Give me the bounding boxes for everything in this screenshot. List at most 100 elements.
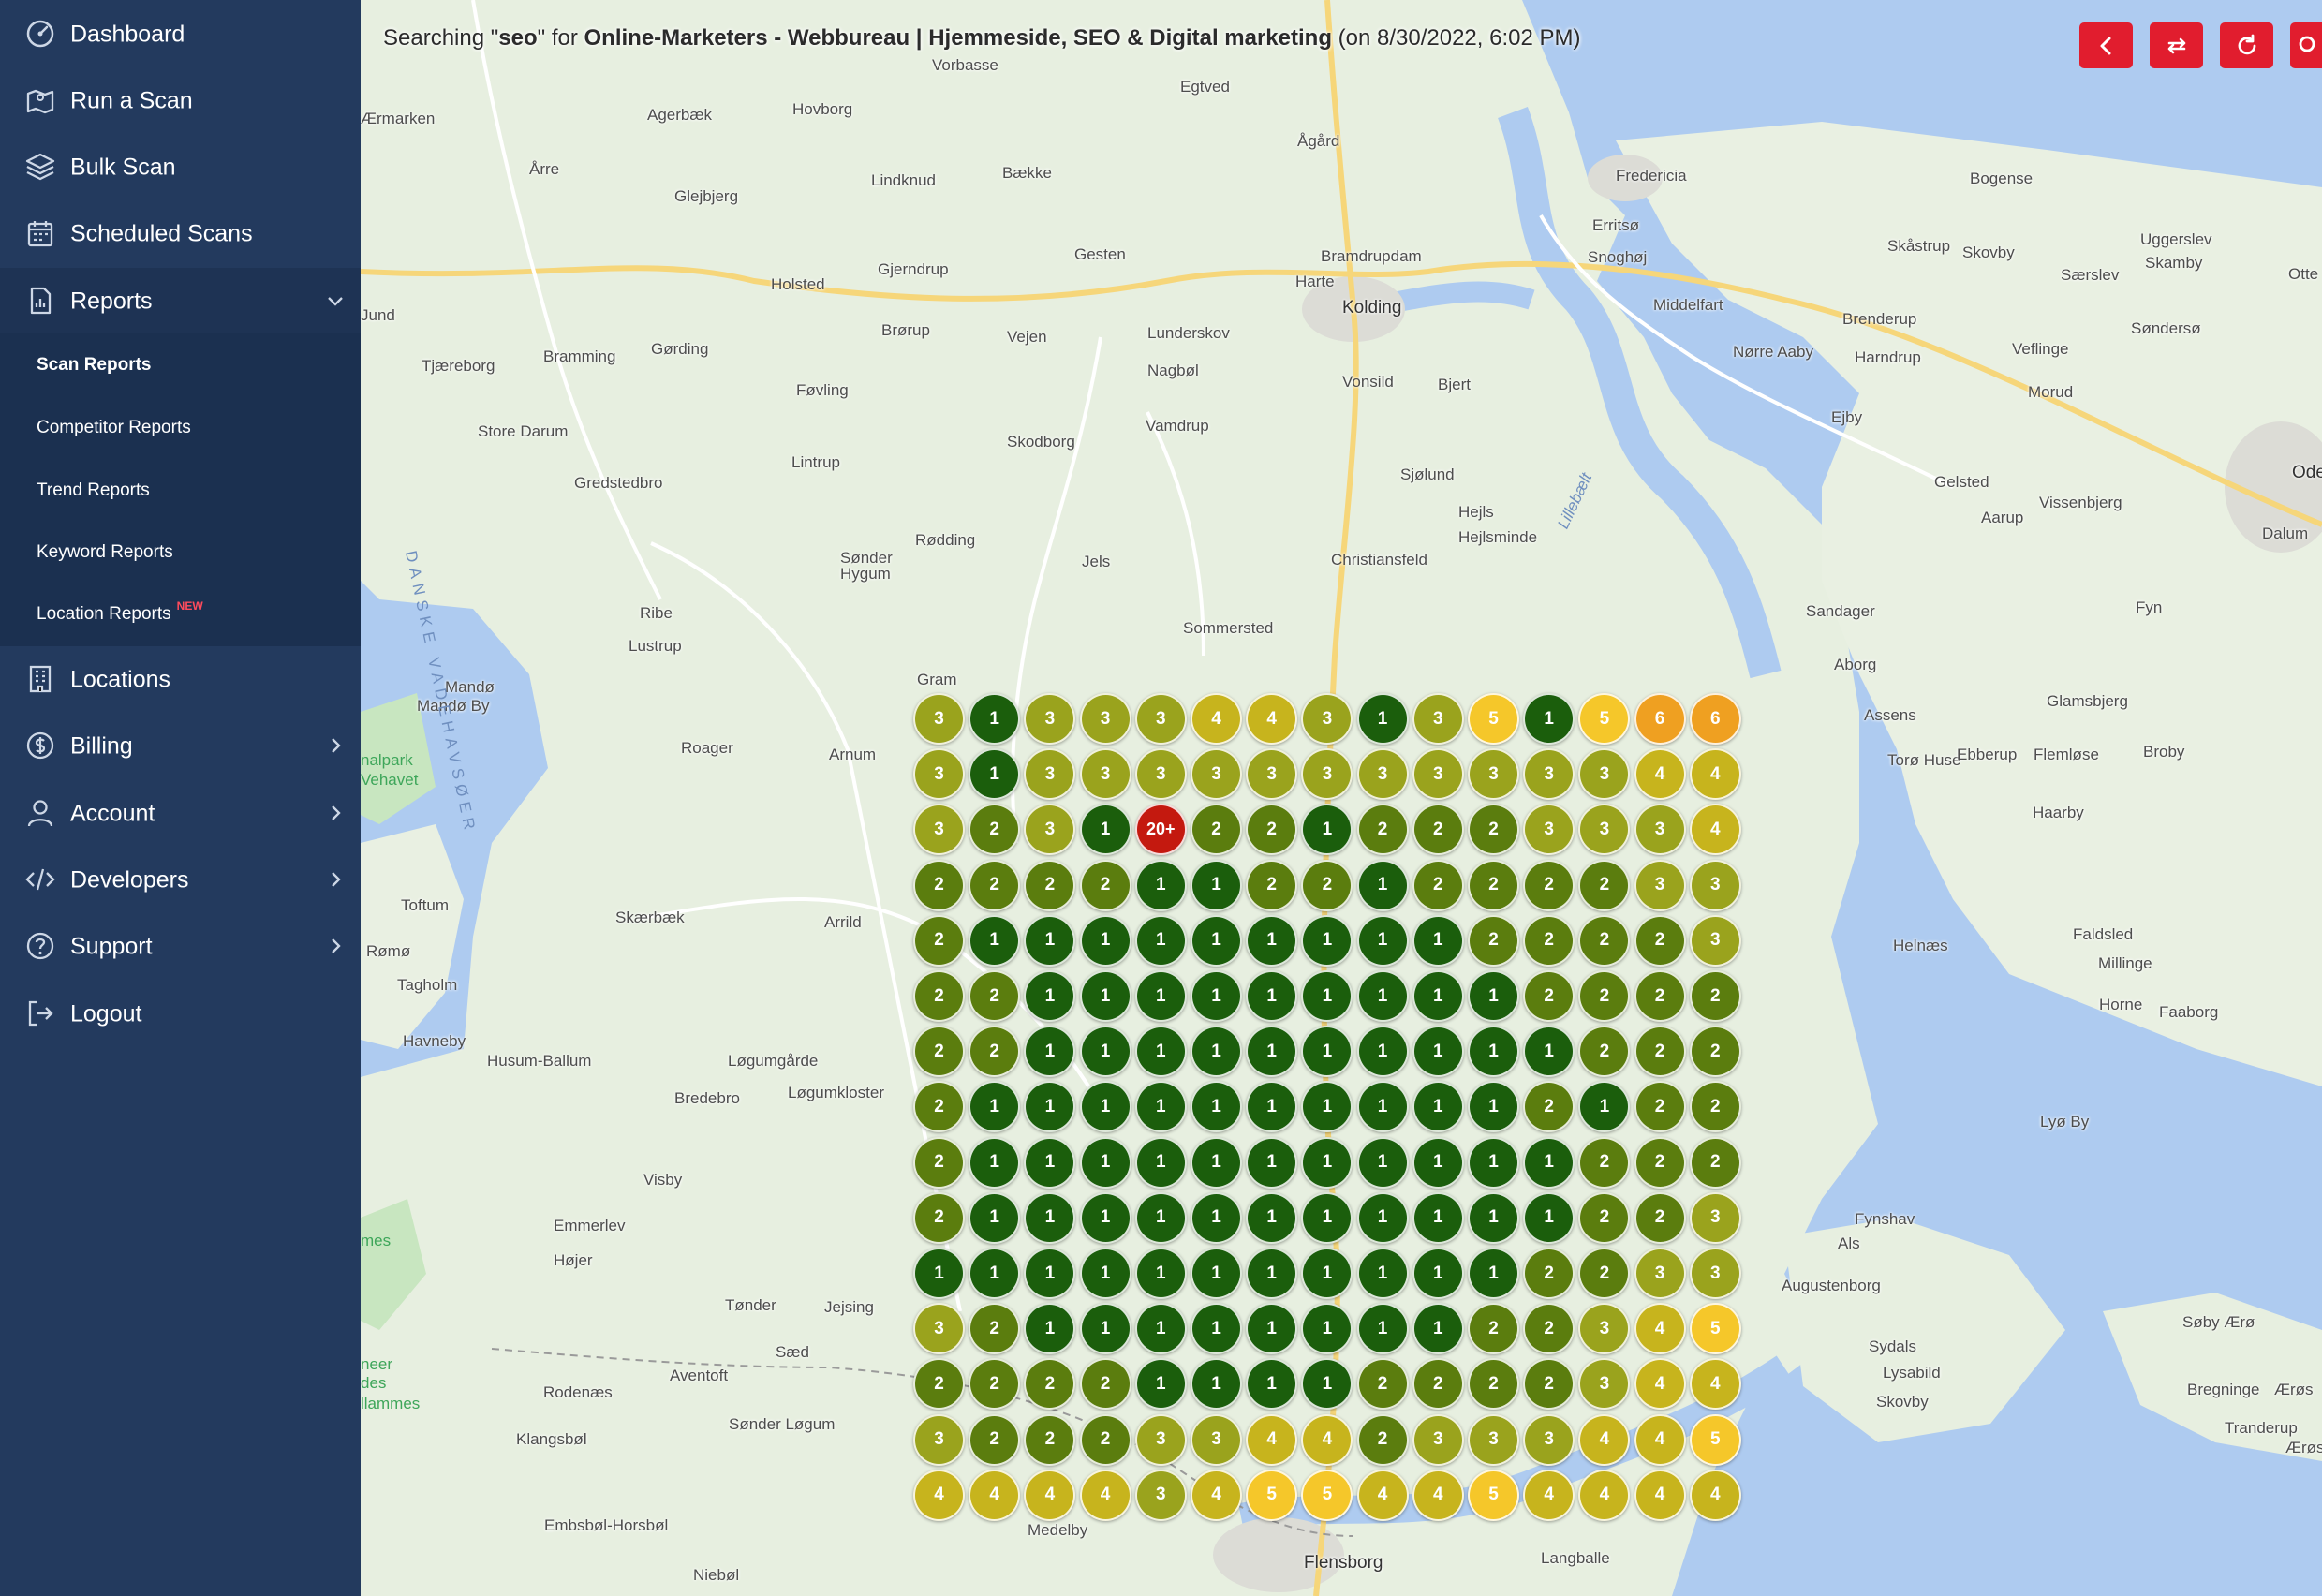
nav-account[interactable]: Account xyxy=(0,780,361,847)
rank-pin[interactable]: 5 xyxy=(1468,693,1519,745)
rank-pin[interactable]: 2 xyxy=(969,1303,1021,1355)
rank-pin[interactable]: 1 xyxy=(1523,1026,1575,1078)
rank-pin[interactable]: 1 xyxy=(1134,1136,1187,1189)
rank-pin[interactable]: 1 xyxy=(1191,859,1242,911)
rank-pin[interactable]: 2 xyxy=(1689,1026,1741,1078)
rank-pin[interactable]: 1 xyxy=(1134,914,1187,967)
sub-location-reports[interactable]: Location Reports NEW xyxy=(37,599,203,625)
rank-pin[interactable]: 2 xyxy=(1412,804,1464,856)
rank-pin[interactable]: 4 xyxy=(1634,748,1686,801)
rank-pin[interactable]: 3 xyxy=(1634,1248,1686,1299)
rank-pin[interactable]: 2 xyxy=(1523,1248,1575,1299)
rank-pin[interactable]: 1 xyxy=(1468,1248,1519,1299)
rank-pin[interactable]: 3 xyxy=(1523,748,1575,801)
rank-pin[interactable]: 2 xyxy=(1079,1413,1131,1466)
rank-pin[interactable]: 1 xyxy=(1079,1303,1131,1355)
compare-button[interactable] xyxy=(2150,22,2203,68)
rank-pin[interactable]: 4 xyxy=(1634,1469,1686,1521)
rank-pin[interactable]: 4 xyxy=(1246,693,1298,745)
rank-pin[interactable]: 1 xyxy=(1079,1136,1131,1189)
rank-pin[interactable]: 1 xyxy=(1079,914,1131,967)
rank-pin[interactable]: 1 xyxy=(1412,914,1464,967)
chevron-right-icon[interactable] xyxy=(325,936,346,956)
rank-pin[interactable]: 1 xyxy=(1412,1081,1464,1133)
rank-pin[interactable]: 1 xyxy=(1246,1136,1298,1189)
rank-pin[interactable]: 4 xyxy=(1191,1469,1242,1521)
rank-pin[interactable]: 2 xyxy=(1246,859,1298,911)
rank-pin[interactable]: 1 xyxy=(1024,1136,1076,1189)
rank-pin[interactable]: 4 xyxy=(1246,1413,1298,1466)
rank-pin[interactable]: 1 xyxy=(1024,914,1076,967)
rank-pin[interactable]: 2 xyxy=(1689,1136,1741,1189)
rank-pin[interactable]: 3 xyxy=(1079,748,1131,801)
rank-pin[interactable]: 2 xyxy=(1468,914,1519,967)
rank-pin[interactable]: 3 xyxy=(913,1413,965,1466)
rank-pin[interactable]: 1 xyxy=(1356,859,1409,911)
rank-pin[interactable]: 1 xyxy=(1079,1026,1131,1078)
nav-logout[interactable]: Logout xyxy=(0,981,361,1047)
rank-pin[interactable]: 1 xyxy=(1079,1191,1131,1244)
rank-pin[interactable]: 1 xyxy=(1134,1358,1187,1411)
rank-pin[interactable]: 3 xyxy=(1523,1413,1575,1466)
rank-pin[interactable]: 2 xyxy=(1689,970,1741,1022)
rank-pin[interactable]: 1 xyxy=(1412,970,1464,1022)
rank-pin[interactable]: 2 xyxy=(1634,970,1686,1022)
rank-pin[interactable]: 4 xyxy=(1024,1469,1076,1521)
sub-scan-reports[interactable]: Scan Reports xyxy=(37,355,151,376)
rank-pin[interactable]: 2 xyxy=(1634,1026,1686,1078)
rank-pin[interactable]: 1 xyxy=(1079,804,1131,856)
rank-pin[interactable]: 4 xyxy=(969,1469,1021,1521)
rank-pin[interactable]: 3 xyxy=(913,1303,965,1355)
rank-pin[interactable]: 1 xyxy=(1412,1248,1464,1299)
rank-pin[interactable]: 5 xyxy=(1246,1469,1298,1521)
rank-pin[interactable]: 3 xyxy=(1689,1248,1741,1299)
back-button[interactable] xyxy=(2079,22,2133,68)
rank-pin[interactable]: 20+ xyxy=(1134,804,1187,856)
chevron-right-icon[interactable] xyxy=(325,735,346,756)
rank-pin[interactable]: 2 xyxy=(1523,859,1575,911)
rank-pin[interactable]: 1 xyxy=(1246,1026,1298,1078)
rank-pin[interactable]: 3 xyxy=(1634,859,1686,911)
rank-pin[interactable]: 1 xyxy=(1301,914,1353,967)
rank-pin[interactable]: 3 xyxy=(1689,1191,1741,1244)
rank-pin[interactable]: 2 xyxy=(1356,804,1409,856)
rank-pin[interactable]: 1 xyxy=(1301,1191,1353,1244)
rank-pin[interactable]: 1 xyxy=(1246,1303,1298,1355)
rank-pin[interactable]: 2 xyxy=(913,859,965,911)
rank-pin[interactable]: 1 xyxy=(1523,1191,1575,1244)
rank-pin[interactable]: 2 xyxy=(969,859,1021,911)
rank-pin[interactable]: 3 xyxy=(1134,693,1187,745)
rank-pin[interactable]: 3 xyxy=(1079,693,1131,745)
rank-pin[interactable]: 4 xyxy=(1634,1358,1686,1411)
rank-pin[interactable]: 1 xyxy=(1468,1191,1519,1244)
rank-pin[interactable]: 1 xyxy=(1468,1136,1519,1189)
rank-pin[interactable]: 3 xyxy=(1468,1413,1519,1466)
rank-pin[interactable]: 5 xyxy=(1468,1469,1519,1521)
rank-pin[interactable]: 3 xyxy=(1412,748,1464,801)
rank-pin[interactable]: 3 xyxy=(913,748,965,801)
rank-pin[interactable]: 1 xyxy=(1191,1026,1242,1078)
nav-reports[interactable]: Reports xyxy=(0,268,361,334)
rank-pin[interactable]: 4 xyxy=(1634,1413,1686,1466)
rank-pin[interactable]: 1 xyxy=(969,693,1021,745)
rank-pin[interactable]: 3 xyxy=(1191,748,1242,801)
sub-trend-reports[interactable]: Trend Reports xyxy=(37,480,150,501)
rank-pin[interactable]: 2 xyxy=(1578,1136,1631,1189)
rank-pin[interactable]: 2 xyxy=(1634,1081,1686,1133)
rank-pin[interactable]: 3 xyxy=(1412,693,1464,745)
rank-pin[interactable]: 1 xyxy=(1191,1136,1242,1189)
chevron-right-icon[interactable] xyxy=(325,869,346,890)
rank-pin[interactable]: 2 xyxy=(913,1026,965,1078)
rank-pin[interactable]: 2 xyxy=(1468,859,1519,911)
rank-pin[interactable]: 4 xyxy=(1301,1413,1353,1466)
rank-pin[interactable]: 1 xyxy=(1246,914,1298,967)
rank-pin[interactable]: 1 xyxy=(1356,1303,1409,1355)
rank-pin[interactable]: 2 xyxy=(1523,1303,1575,1355)
search-button[interactable] xyxy=(2290,22,2322,68)
nav-support[interactable]: Support xyxy=(0,913,361,980)
rank-pin[interactable]: 2 xyxy=(913,1136,965,1189)
rank-pin[interactable]: 4 xyxy=(913,1469,965,1521)
rank-pin[interactable]: 1 xyxy=(969,1136,1021,1189)
rank-pin[interactable]: 2 xyxy=(1356,1413,1409,1466)
rank-pin[interactable]: 2 xyxy=(1079,859,1131,911)
